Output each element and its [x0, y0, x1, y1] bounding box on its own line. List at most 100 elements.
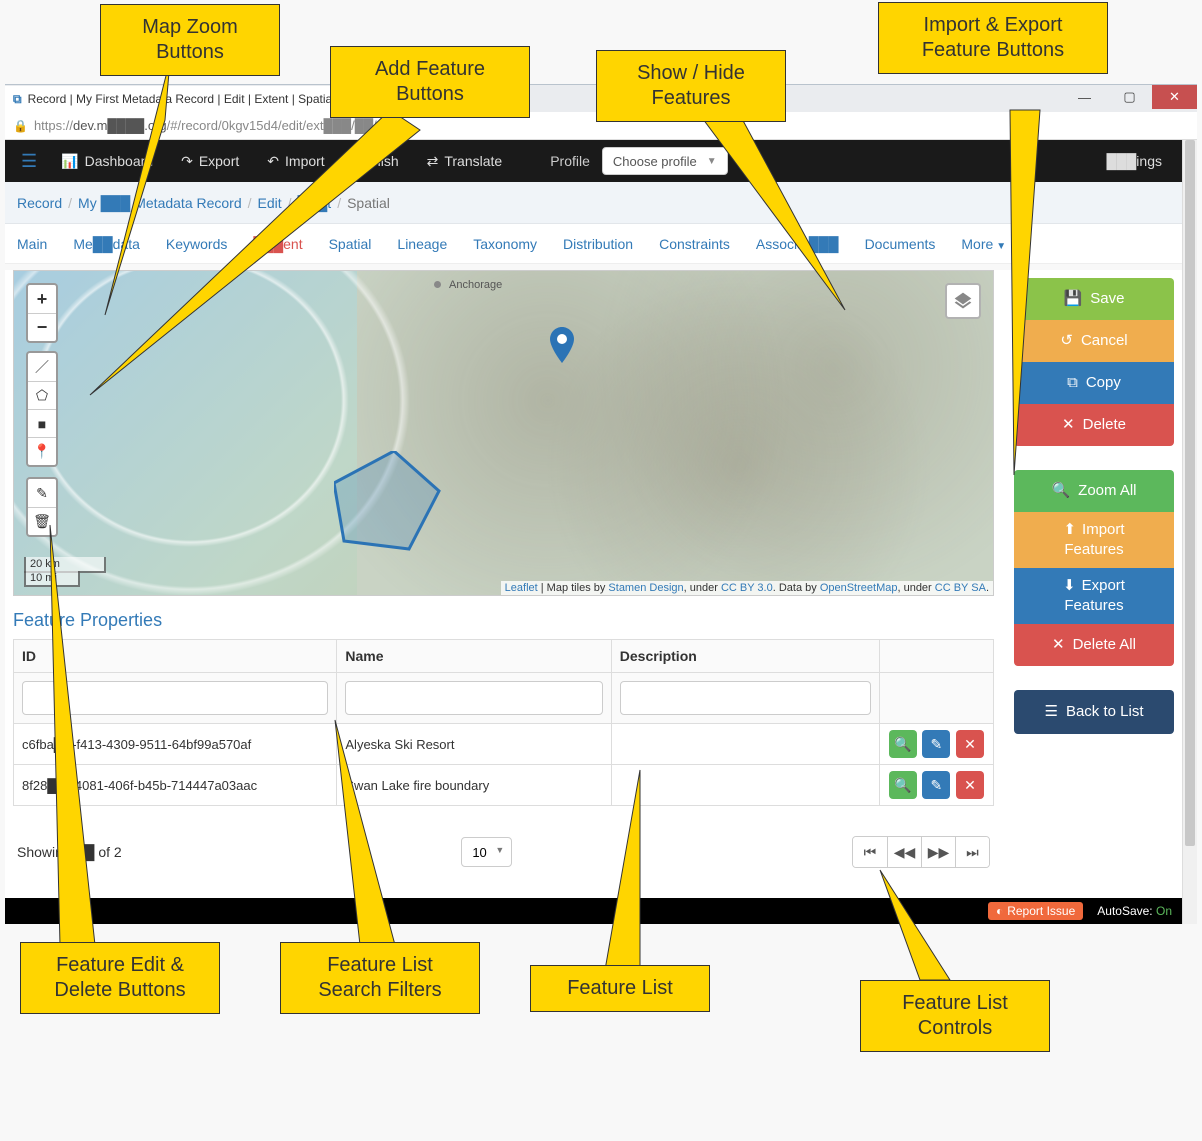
nav-export[interactable]: ↷Export — [169, 147, 251, 176]
edit-feature-button[interactable]: ✎ — [28, 479, 56, 507]
feature-table: ID Name Description c6fba██-f413-4309-95… — [13, 639, 994, 806]
zoom-all-button[interactable]: 🔍Zoom All — [1014, 470, 1174, 512]
search-icon: 🔍 — [894, 736, 911, 753]
tab-associated[interactable]: Associat███ — [756, 236, 839, 252]
nav-import[interactable]: ↶Import — [255, 147, 336, 176]
layers-button[interactable] — [945, 283, 981, 319]
tab-main[interactable]: Main — [17, 236, 47, 252]
cell-desc — [611, 724, 879, 765]
col-description: Description — [611, 640, 879, 673]
feature-action-buttons: 🔍Zoom All ⬆ImportFeatures ⬇ExportFeature… — [1014, 470, 1174, 666]
menu-toggle-icon[interactable]: ☰ — [13, 147, 45, 176]
pager-last-button[interactable]: ⏭ — [955, 837, 989, 867]
filter-id-input[interactable] — [22, 681, 328, 715]
back-to-list-button[interactable]: ☰Back to List — [1014, 690, 1174, 734]
tab-taxonomy[interactable]: Taxonomy — [473, 236, 537, 252]
tab-lineage[interactable]: Lineage — [397, 236, 447, 252]
cell-name: Swan Lake fire boundary — [337, 765, 611, 806]
nav-settings[interactable]: ███ings — [1095, 147, 1174, 175]
map-draw-control: ／ ⬠ ■ 📍 — [26, 351, 58, 467]
pager-buttons: ⏮ ◀◀ ▶▶ ⏭ — [852, 836, 990, 868]
feature-marker[interactable] — [550, 327, 574, 363]
draw-line-button[interactable]: ／ — [28, 353, 56, 381]
feature-polygon[interactable] — [334, 451, 444, 551]
delete-all-button[interactable]: ✕Delete All — [1014, 624, 1174, 666]
zoom-out-button[interactable]: − — [28, 313, 56, 341]
zoom-in-button[interactable]: + — [28, 285, 56, 313]
delete-button[interactable]: ✕Delete — [1014, 404, 1174, 446]
translate-icon: ⇄ — [427, 153, 439, 170]
tab-documents[interactable]: Documents — [865, 236, 936, 252]
tab-spatial[interactable]: Spatial — [329, 236, 372, 252]
pager-next-button[interactable]: ▶▶ — [921, 837, 955, 867]
callout-list-controls: Feature List Controls — [860, 980, 1050, 1052]
x-icon: ✕ — [964, 777, 976, 794]
window-minimize-button[interactable]: — — [1062, 85, 1107, 109]
breadcrumb-my-record[interactable]: My ███ Metadata Record — [78, 195, 242, 211]
callout-import-export: Import & Export Feature Buttons — [878, 2, 1108, 74]
export-icon: ↷ — [181, 153, 193, 170]
x-icon: ✕ — [964, 736, 976, 753]
save-icon: 💾 — [1064, 290, 1083, 308]
profile-select[interactable]: Choose profile ▼ — [602, 147, 728, 175]
lock-icon: 🔒 — [13, 119, 28, 133]
breadcrumb-extent[interactable]: ███t — [298, 195, 332, 211]
app-logo-icon: ⧉ — [13, 92, 22, 107]
row-edit-button[interactable]: ✎ — [922, 730, 950, 758]
row-zoom-button[interactable]: 🔍 — [889, 730, 917, 758]
pager-prev-button[interactable]: ◀◀ — [887, 837, 921, 867]
import-features-button[interactable]: ⬆ImportFeatures — [1014, 512, 1174, 568]
row-zoom-button[interactable]: 🔍 — [889, 771, 917, 799]
delete-feature-button[interactable]: 🗑 — [28, 507, 56, 535]
import-icon: ↶ — [267, 153, 279, 170]
breadcrumb-record[interactable]: Record — [17, 195, 62, 211]
tab-keywords[interactable]: Keywords — [166, 236, 227, 252]
search-icon: 🔍 — [894, 777, 911, 794]
col-name: Name — [337, 640, 611, 673]
tab-extent[interactable]: ███ent — [253, 236, 302, 252]
nav-dashboard[interactable]: 📊Dashboard — [49, 147, 165, 176]
filter-desc-input[interactable] — [620, 681, 871, 715]
row-delete-button[interactable]: ✕ — [956, 771, 984, 799]
nav-publish[interactable]: Publish — [341, 147, 411, 175]
row-edit-button[interactable]: ✎ — [922, 771, 950, 799]
feature-properties-title: Feature Properties — [13, 610, 994, 631]
callout-zoom: Map Zoom Buttons — [100, 4, 280, 76]
map[interactable]: Anchorage + − ／ ⬠ ■ 📍 ✎ 🗑 — [13, 270, 994, 596]
draw-polygon-button[interactable]: ⬠ — [28, 381, 56, 409]
draw-marker-button[interactable]: 📍 — [28, 437, 56, 465]
report-issue-button[interactable]: ◐Report Issue — [988, 902, 1083, 920]
pager-first-button[interactable]: ⏮ — [853, 837, 887, 867]
row-delete-button[interactable]: ✕ — [956, 730, 984, 758]
cell-desc — [611, 765, 879, 806]
map-zoom-control: + − — [26, 283, 58, 343]
pencil-icon: ✎ — [931, 736, 943, 753]
app-navbar: ☰ 📊Dashboard ↷Export ↶Import Publish ⇄Tr… — [5, 140, 1182, 182]
filter-name-input[interactable] — [345, 681, 602, 715]
tab-constraints[interactable]: Constraints — [659, 236, 730, 252]
copy-button[interactable]: ⧉Copy — [1014, 362, 1174, 404]
tab-more[interactable]: More▼ — [961, 236, 1006, 252]
breadcrumb-spatial: Spatial — [347, 195, 390, 211]
table-row: 8f28███4081-406f-b45b-714447a03aac Swan … — [14, 765, 994, 806]
x-icon: ✕ — [1062, 416, 1075, 434]
cancel-button[interactable]: ↺Cancel — [1014, 320, 1174, 362]
page-size-select[interactable]: 10 — [461, 837, 512, 867]
upload-icon: ⬆ — [1063, 521, 1076, 539]
scrollbar[interactable] — [1182, 140, 1197, 924]
breadcrumb-edit[interactable]: Edit — [258, 195, 282, 211]
col-actions — [879, 640, 993, 673]
tab-metadata[interactable]: Me██data — [73, 236, 140, 252]
layers-icon — [953, 291, 973, 311]
github-icon: ◐ — [996, 904, 1003, 918]
cell-name: Alyeska Ski Resort — [337, 724, 611, 765]
window-maximize-button[interactable]: ▢ — [1107, 85, 1152, 109]
city-dot — [434, 281, 441, 288]
draw-rectangle-button[interactable]: ■ — [28, 409, 56, 437]
nav-translate[interactable]: ⇄Translate — [415, 147, 515, 176]
window-close-button[interactable]: ✕ — [1152, 85, 1197, 109]
col-id: ID — [14, 640, 337, 673]
save-button[interactable]: 💾Save — [1014, 278, 1174, 320]
export-features-button[interactable]: ⬇ExportFeatures — [1014, 568, 1174, 624]
tab-distribution[interactable]: Distribution — [563, 236, 633, 252]
